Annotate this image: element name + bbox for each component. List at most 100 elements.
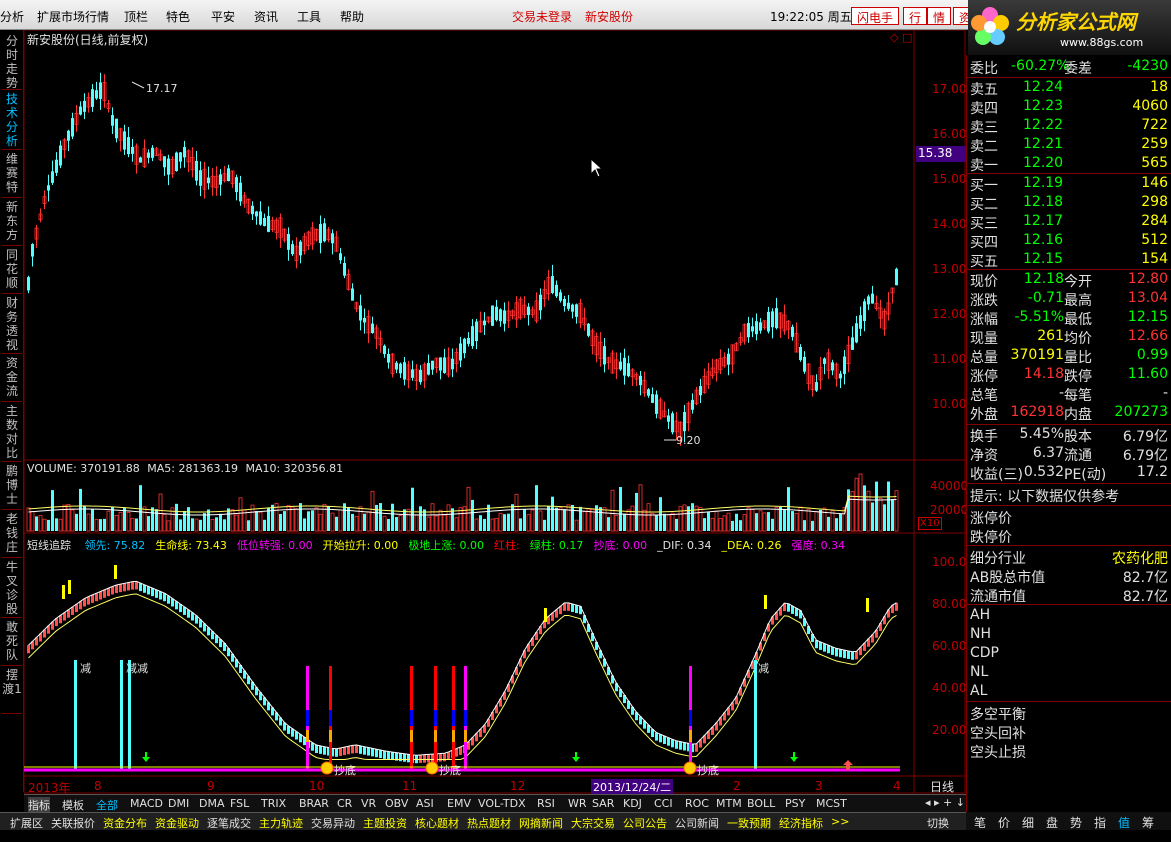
code-row[interactable]: AH [967,606,1171,625]
menu-item-ext-market[interactable]: 扩展市场行情 [37,8,109,25]
menu-item-help[interactable]: 帮助 [340,8,364,25]
tab-tonghuashun[interactable]: 同花顺 [2,248,22,294]
indicator-tab-cr[interactable]: CR [337,797,352,810]
bottom-tab-10[interactable]: 网摘新闻 [519,815,563,831]
bottom-tab-3[interactable]: 资金驱动 [155,815,199,831]
indicator-tab-obv[interactable]: OBV [385,797,408,810]
code-row[interactable]: NH [967,625,1171,644]
stat-row: 总笔 - 每笔 - [967,384,1171,404]
indicator-tab-emv[interactable]: EMV [447,797,471,810]
bid-row-2[interactable]: 买二 12.18 298 [967,193,1171,213]
ask-row-5[interactable]: 卖一 12.20 565 [967,154,1171,174]
indicator-tab-cci[interactable]: CCI [654,797,673,810]
code-label: AL [970,683,988,699]
bid-row-5[interactable]: 买五 12.15 154 [967,250,1171,270]
code-row[interactable]: NL [967,663,1171,682]
tab-laoqianzhuang[interactable]: 老钱庄 [2,512,22,558]
right-tab-1[interactable]: 价 [998,814,1010,831]
menu-item-pingan[interactable]: 平安 [211,8,235,25]
indicator-tab-roc[interactable]: ROC [685,797,709,810]
indicator-tab-dmi[interactable]: DMI [168,797,189,810]
tab-baidu[interactable]: 摆渡1 [2,668,22,714]
indicator-tab-指标[interactable]: 指标 [28,797,50,813]
indicator-tab-rsi[interactable]: RSI [537,797,555,810]
chart-area[interactable] [24,30,966,794]
right-tab-0[interactable]: 笔 [974,814,986,831]
bottom-tab-1[interactable]: 关联报价 [51,815,95,831]
bottom-tab-15[interactable]: 经济指标 [779,815,823,831]
bid-row-3[interactable]: 买三 12.17 284 [967,212,1171,232]
right-tab-6[interactable]: 值 [1118,814,1130,831]
ask-label: 卖一 [970,158,998,174]
stock-name-link[interactable]: 新安股份 [585,8,633,25]
indicator-tab-全部[interactable]: 全部 [96,797,118,813]
menu-item-special[interactable]: 特色 [166,8,190,25]
bottom-tab-6[interactable]: 交易异动 [311,815,355,831]
bottom-tab-14[interactable]: 一致预期 [727,815,771,831]
bid-volume: 154 [1141,251,1168,267]
period-label[interactable]: 日线 [930,778,954,795]
bid-row-1[interactable]: 买一 12.19 146 [967,174,1171,194]
indicator-tab-fsl[interactable]: FSL [230,797,249,810]
bottom-tab-9[interactable]: 热点题材 [467,815,511,831]
indicator-tab-macd[interactable]: MACD [130,797,163,810]
indicator-tab-wr[interactable]: WR [568,797,587,810]
right-tab-5[interactable]: 指 [1094,814,1106,831]
bottom-tab-11[interactable]: 大宗交易 [571,815,615,831]
tab-dare-team[interactable]: 敢死队 [2,620,22,666]
indicator-tab-psy[interactable]: PSY [785,797,805,810]
bottom-tab-17[interactable]: 切换 [927,815,949,831]
trade-login-link[interactable]: 交易未登录 [512,8,572,25]
right-tab-7[interactable]: 筹 [1142,814,1154,831]
bottom-tab-13[interactable]: 公司新闻 [675,815,719,831]
ask-row-2[interactable]: 卖四 12.23 4060 [967,97,1171,117]
indicator-tab-vol-tdx[interactable]: VOL-TDX [478,797,526,810]
indicator-tab-boll[interactable]: BOLL [747,797,775,810]
bottom-tab-4[interactable]: 逐笔成交 [207,815,251,831]
tab-technical-analysis[interactable]: 技术分析 [2,92,22,150]
bid-row-4[interactable]: 买四 12.16 512 [967,231,1171,251]
bottom-tab-5[interactable]: 主力轨迹 [259,815,303,831]
indicator-tab-模板[interactable]: 模板 [62,797,84,813]
flash-trade-button[interactable]: 闪电手 [851,7,900,25]
tab-compare[interactable]: 主数对比 [2,404,22,462]
bottom-tab-16[interactable]: >> [831,815,849,828]
menu-item-analysis[interactable]: 分析 [0,8,24,25]
tab-diagnosis[interactable]: 牛叉诊股 [2,560,22,618]
menu-item-news[interactable]: 资讯 [254,8,278,25]
indicator-tab-mtm[interactable]: MTM [716,797,742,810]
tab-fund-flow[interactable]: 资金流 [2,356,22,402]
tab-financial[interactable]: 财务透视 [2,296,22,354]
bottom-tab-0[interactable]: 扩展区 [10,815,43,831]
scroll-arrows-icon[interactable]: ◂ ▸ + ↓ [925,796,965,809]
bottom-tab-8[interactable]: 核心题材 [415,815,459,831]
indicator-tab-vr[interactable]: VR [361,797,376,810]
right-tab-4[interactable]: 势 [1070,814,1082,831]
ask-row-3[interactable]: 卖三 12.22 722 [967,116,1171,136]
quote-button[interactable]: 行 [903,7,928,25]
bottom-tab-7[interactable]: 主题投资 [363,815,407,831]
indicator-tab-trix[interactable]: TRIX [261,797,286,810]
indicator-tab-asi[interactable]: ASI [416,797,434,810]
indicator-tab-mcst[interactable]: MCST [816,797,847,810]
menu-item-top[interactable]: 顶栏 [124,8,148,25]
indicator-tab-kdj[interactable]: KDJ [623,797,642,810]
tab-time-sharing[interactable]: 分时走势 [2,34,22,90]
tab-weisaite[interactable]: 维赛特 [2,152,22,198]
code-row[interactable]: AL [967,682,1171,701]
indicator-value-4: 极地上涨: 0.00 [408,539,485,552]
bottom-tab-2[interactable]: 资金分布 [103,815,147,831]
menu-item-tools[interactable]: 工具 [297,8,321,25]
tab-pengboshi[interactable]: 鹏博士 [2,464,22,510]
indicator-tab-brar[interactable]: BRAR [299,797,329,810]
indicator-tab-dma[interactable]: DMA [199,797,225,810]
right-tab-3[interactable]: 盘 [1046,814,1058,831]
ask-row-1[interactable]: 卖五 12.24 18 [967,78,1171,98]
tab-new-oriental[interactable]: 新东方 [2,200,22,246]
indicator-tab-sar[interactable]: SAR [592,797,614,810]
code-row[interactable]: CDP [967,644,1171,663]
right-tab-2[interactable]: 细 [1022,814,1034,831]
bottom-tab-12[interactable]: 公司公告 [623,815,667,831]
quote-button-2[interactable]: 情 [927,7,952,25]
ask-row-4[interactable]: 卖二 12.21 259 [967,135,1171,155]
